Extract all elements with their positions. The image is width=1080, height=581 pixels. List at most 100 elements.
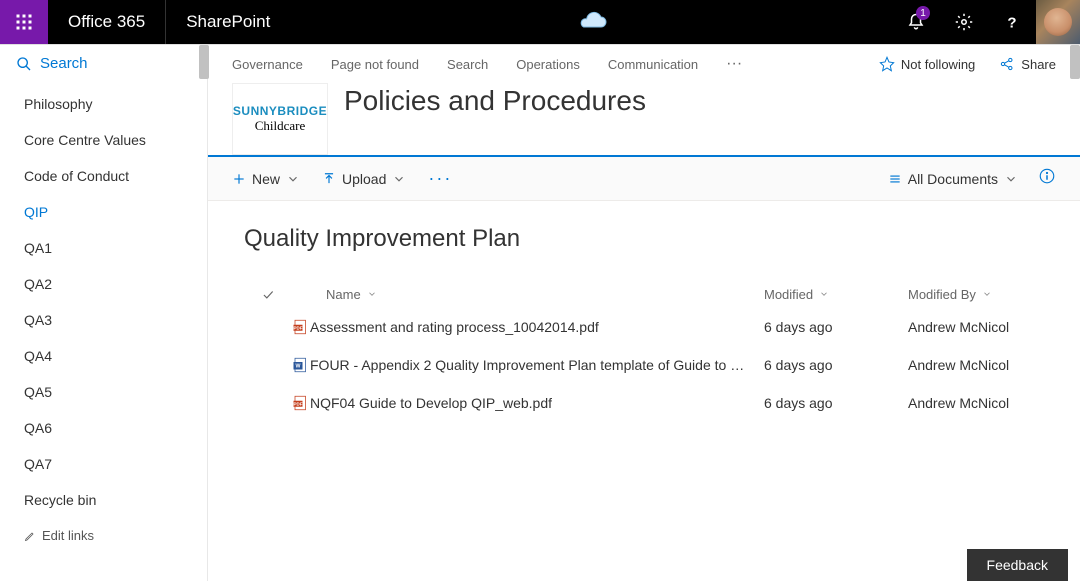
file-type-icon: PDF xyxy=(292,394,310,412)
svg-text:?: ? xyxy=(1007,14,1016,31)
user-avatar[interactable] xyxy=(1036,0,1080,44)
app-launcher-button[interactable] xyxy=(0,0,48,44)
select-all-toggle[interactable] xyxy=(244,288,292,302)
info-icon xyxy=(1038,167,1056,185)
more-commands-button[interactable]: ··· xyxy=(428,168,452,189)
file-name-cell[interactable]: FOUR - Appendix 2 Quality Improvement Pl… xyxy=(310,357,764,373)
share-button[interactable]: Share xyxy=(999,56,1056,72)
nav-items: PhilosophyCore Centre ValuesCode of Cond… xyxy=(0,82,207,518)
question-icon: ? xyxy=(1003,13,1021,31)
chevron-down-icon xyxy=(1004,172,1018,186)
cloud-icon xyxy=(571,10,611,34)
notifications-button[interactable]: 1 xyxy=(892,0,940,44)
modified-by-cell: Andrew McNicol xyxy=(908,319,1044,335)
sidebar-item-qa1[interactable]: QA1 xyxy=(0,230,207,266)
svg-text:W: W xyxy=(296,363,301,369)
main-scrollbar[interactable] xyxy=(1068,45,1080,581)
site-nav-actions: Not following Share xyxy=(879,56,1056,72)
sidebar-item-qip[interactable]: QIP xyxy=(0,194,207,230)
svg-text:PDF: PDF xyxy=(294,401,303,406)
content: Quality Improvement Plan Name Modified xyxy=(208,201,1080,446)
pdf-icon: PDF xyxy=(292,394,310,412)
search-input[interactable]: Search xyxy=(0,45,207,82)
modified-by-cell: Andrew McNicol xyxy=(908,395,1044,411)
main-area: Governance Page not found Search Operations… xyxy=(208,45,1080,581)
chevron-down-icon xyxy=(819,289,829,299)
word-icon: W xyxy=(292,356,310,374)
app-label[interactable]: SharePoint xyxy=(166,12,290,32)
suite-topbar: Office 365 SharePoint 1 ? xyxy=(0,0,1080,44)
sidebar-item-qa5[interactable]: QA5 xyxy=(0,374,207,410)
site-nav-link-communication[interactable]: Communication xyxy=(608,57,698,72)
col-modified-label: Modified xyxy=(764,287,813,302)
site-nav-link-page-not-found[interactable]: Page not found xyxy=(331,57,419,72)
search-placeholder: Search xyxy=(40,55,88,72)
cmd-right: All Documents xyxy=(888,167,1056,190)
table-row[interactable]: PDF NQF04 Guide to Develop QIP_web.pdf 6 d… xyxy=(244,384,1044,422)
scrollbar-thumb[interactable] xyxy=(1070,45,1080,79)
sidebar-item-qa7[interactable]: QA7 xyxy=(0,446,207,482)
site-logo[interactable]: SUNNYBRIDGE Childcare xyxy=(232,83,328,155)
new-button[interactable]: New xyxy=(232,171,300,187)
col-name-header[interactable]: Name xyxy=(326,287,764,302)
sidebar-item-philosophy[interactable]: Philosophy xyxy=(0,86,207,122)
check-icon xyxy=(261,288,275,302)
feedback-button[interactable]: Feedback xyxy=(967,549,1068,581)
topbar-right: 1 ? xyxy=(892,0,1080,44)
sidebar-item-qa4[interactable]: QA4 xyxy=(0,338,207,374)
sidebar-item-recycle-bin[interactable]: Recycle bin xyxy=(0,482,207,518)
sidebar-item-core-centre-values[interactable]: Core Centre Values xyxy=(0,122,207,158)
site-nav-more-button[interactable]: ··· xyxy=(726,55,742,73)
site-nav-link-search[interactable]: Search xyxy=(447,57,488,72)
pdf-icon: PDF xyxy=(292,318,310,336)
content-title: Quality Improvement Plan xyxy=(244,225,1044,253)
modified-cell: 6 days ago xyxy=(764,357,908,373)
page-header: SUNNYBRIDGE Childcare Policies and Proce… xyxy=(208,83,1080,157)
list-header: Name Modified Modified By xyxy=(244,281,1044,308)
document-list: Name Modified Modified By PDFAssessment … xyxy=(244,281,1044,422)
site-nav-link-governance[interactable]: Governance xyxy=(232,57,303,72)
not-following-button[interactable]: Not following xyxy=(879,56,975,72)
pencil-icon xyxy=(24,530,36,542)
site-nav-link-operations[interactable]: Operations xyxy=(516,57,580,72)
file-name: NQF04 Guide to Develop QIP_web.pdf xyxy=(310,395,552,411)
chevron-down-icon xyxy=(982,289,992,299)
search-icon xyxy=(16,56,32,72)
chevron-down-icon xyxy=(286,172,300,186)
col-by-header[interactable]: Modified By xyxy=(908,287,1044,302)
file-type-icon: PDF xyxy=(292,318,310,336)
topbar-spacer xyxy=(290,10,892,34)
star-icon xyxy=(879,56,895,72)
sidebar-item-qa2[interactable]: QA2 xyxy=(0,266,207,302)
col-by-label: Modified By xyxy=(908,287,976,302)
site-logo-line1: SUNNYBRIDGE xyxy=(233,104,327,118)
edit-links-button[interactable]: Edit links xyxy=(0,518,207,554)
col-modified-header[interactable]: Modified xyxy=(764,287,908,302)
info-button[interactable] xyxy=(1038,167,1056,190)
upload-icon xyxy=(322,172,336,186)
new-label: New xyxy=(252,171,280,187)
sidebar-item-code-of-conduct[interactable]: Code of Conduct xyxy=(0,158,207,194)
command-bar: New Upload ··· All Documents xyxy=(208,157,1080,201)
page-body: Search PhilosophyCore Centre ValuesCode … xyxy=(0,44,1080,581)
chevron-down-icon xyxy=(367,289,377,299)
upload-button[interactable]: Upload xyxy=(322,171,406,187)
modified-cell: 6 days ago xyxy=(764,319,908,335)
view-selector[interactable]: All Documents xyxy=(888,171,1018,187)
site-nav-links: Governance Page not found Search Operations… xyxy=(232,55,742,73)
brand-label[interactable]: Office 365 xyxy=(48,12,165,32)
sidebar-item-qa3[interactable]: QA3 xyxy=(0,302,207,338)
settings-button[interactable] xyxy=(940,0,988,44)
not-following-label: Not following xyxy=(901,57,975,72)
table-row[interactable]: PDFAssessment and rating process_1004201… xyxy=(244,308,1044,346)
file-name-cell[interactable]: NQF04 Guide to Develop QIP_web.pdf xyxy=(310,395,764,411)
table-row[interactable]: W FOUR - Appendix 2 Quality Improvement P… xyxy=(244,346,1044,384)
sidebar-item-qa6[interactable]: QA6 xyxy=(0,410,207,446)
upload-label: Upload xyxy=(342,171,386,187)
chevron-down-icon xyxy=(392,172,406,186)
file-name-cell[interactable]: Assessment and rating process_10042014.p… xyxy=(310,319,764,335)
col-name-label: Name xyxy=(326,287,361,302)
modified-cell: 6 days ago xyxy=(764,395,908,411)
help-button[interactable]: ? xyxy=(988,0,1036,44)
modified-by-cell: Andrew McNicol xyxy=(908,357,1044,373)
